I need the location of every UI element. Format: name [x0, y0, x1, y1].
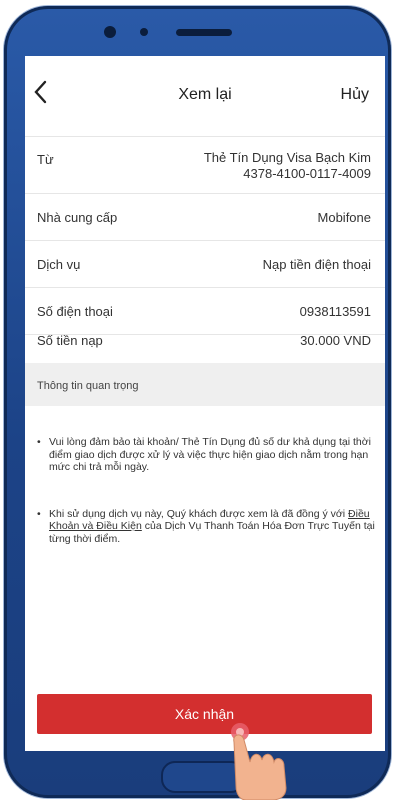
from-label: Từ	[37, 152, 54, 167]
amount-label: Số tiền nạp	[37, 333, 103, 348]
confirm-button[interactable]: Xác nhận	[37, 694, 372, 734]
camera-dot	[104, 26, 116, 38]
service-label: Dịch vụ	[37, 257, 81, 272]
sensor-dot	[140, 28, 148, 36]
info-bullets: Vui lòng đảm bảo tài khoản/ Thẻ Tín Dụng…	[37, 436, 377, 579]
service-row: Dịch vụ Nạp tiền điện thoại	[25, 241, 385, 288]
phone-row: Số điện thoại 0938113591	[25, 288, 385, 335]
bullet2-text-before: Khi sử dụng dịch vụ này, Quý khách được …	[49, 507, 349, 520]
important-info-header: Thông tin quan trọng	[25, 363, 385, 406]
provider-row: Nhà cung cấp Mobifone	[25, 194, 385, 241]
speaker-grille	[176, 29, 232, 36]
from-row: Từ Thẻ Tín Dụng Visa Bạch Kim 4378-4100-…	[25, 136, 385, 194]
info-bullet-2: Khi sử dụng dịch vụ này, Quý khách được …	[37, 508, 377, 546]
from-card-name: Thẻ Tín Dụng Visa Bạch Kim	[203, 150, 371, 165]
info-bullet-1: Vui lòng đảm bảo tài khoản/ Thẻ Tín Dụng…	[37, 436, 377, 474]
provider-label: Nhà cung cấp	[37, 210, 118, 225]
service-value: Nạp tiền điện thoại	[262, 257, 371, 272]
hand-pointer-icon	[231, 723, 287, 800]
important-info-title: Thông tin quan trọng	[37, 380, 139, 392]
amount-value: 30.000 VND	[300, 333, 371, 348]
cancel-button[interactable]: Hủy	[341, 86, 369, 104]
app-screen: Xem lại Hủy Từ Thẻ Tín Dụng Visa Bạch Ki…	[25, 56, 385, 751]
from-card-number: 4378-4100-0117-4009	[243, 166, 371, 181]
amount-row: Số tiền nạp 30.000 VND	[25, 333, 385, 363]
phone-value: 0938113591	[299, 304, 371, 319]
phone-label: Số điện thoại	[37, 304, 113, 319]
provider-value: Mobifone	[317, 210, 371, 225]
page-title: Xem lại	[178, 86, 232, 103]
top-bar: Xem lại Hủy	[25, 56, 385, 137]
